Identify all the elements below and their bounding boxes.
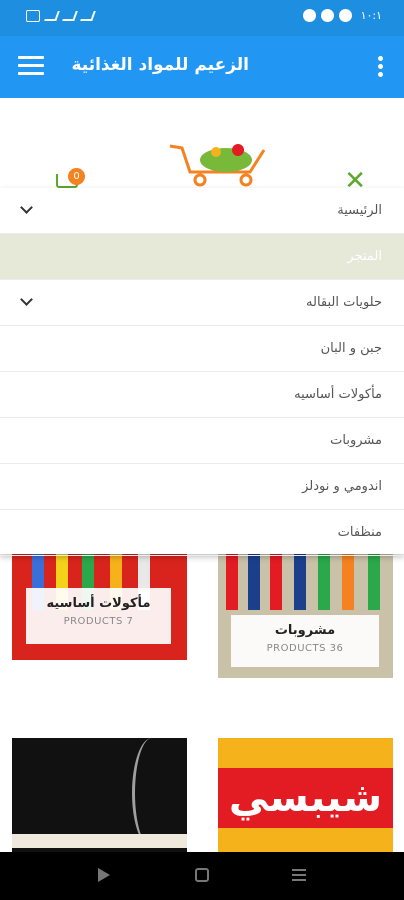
menu-item-cleaners[interactable]: منظفات <box>0 510 404 556</box>
more-options-icon[interactable] <box>378 56 384 78</box>
notification-icon <box>302 9 316 22</box>
system-navigation-bar <box>0 852 404 900</box>
menu-item-label: المتجر <box>347 249 382 264</box>
chips-brand-image: شيبسي <box>218 768 393 828</box>
menu-item-label: اندومي و نودلز <box>302 479 382 494</box>
chevron-down-icon[interactable] <box>20 201 33 214</box>
cigarette-image <box>12 834 187 848</box>
menu-item-grocery-sweets[interactable]: حلويات البقاله <box>0 280 404 326</box>
app-bar: الزعيم للمواد الغذائية <box>0 36 404 98</box>
menu-item-store[interactable]: المتجر <box>0 234 404 280</box>
menu-item-label: منظفات <box>337 525 382 540</box>
category-title: مشروبات <box>274 623 336 638</box>
chevron-down-icon[interactable] <box>20 293 33 306</box>
recent-apps-icon[interactable] <box>292 869 306 884</box>
notification-icon-2 <box>320 9 334 22</box>
menu-item-label: مأكولات أساسيه <box>294 387 382 402</box>
category-title: مأكولات أساسيه <box>46 596 151 611</box>
store-logo <box>169 144 266 187</box>
menu-item-drinks[interactable]: مشروبات <box>0 418 404 464</box>
hamburger-menu-icon[interactable] <box>18 56 44 78</box>
app-title: الزعيم للمواد الغذائية <box>71 55 249 75</box>
whatsapp-icon <box>338 9 352 22</box>
category-card-chips[interactable]: شيبسي <box>218 738 393 858</box>
menu-item-home[interactable]: الرئيسية <box>0 188 404 234</box>
home-icon[interactable] <box>195 868 209 882</box>
menu-item-label: حلويات البقاله <box>306 295 382 310</box>
wifi-icon <box>80 11 96 21</box>
menu-item-cheese-dairy[interactable]: جبن و البان <box>0 326 404 372</box>
menu-item-label: مشروبات <box>330 433 382 448</box>
menu-item-noodles[interactable]: اندومي و نودلز <box>0 464 404 510</box>
status-icons-left <box>26 10 96 22</box>
cart-count-badge: 0 <box>68 168 85 185</box>
category-card-drinks[interactable]: مشروبات PRODUCTS 36 <box>218 540 393 678</box>
signal-icon-2 <box>62 11 78 21</box>
battery-icon <box>26 10 40 22</box>
signal-icon <box>44 11 60 21</box>
back-icon[interactable] <box>98 868 110 882</box>
status-time: ١٠:١ <box>360 9 382 22</box>
menu-item-basic-foods[interactable]: مأكولات أساسيه <box>0 372 404 418</box>
category-card-basic-foods[interactable]: مأكولات أساسيه PRODUCTS 7 <box>12 540 187 660</box>
navigation-drawer: الرئيسية المتجر حلويات البقاله جبن و الب… <box>0 188 404 556</box>
menu-item-label: جبن و البان <box>320 341 382 356</box>
menu-item-label: الرئيسية <box>337 203 382 218</box>
category-card-label: مأكولات أساسيه PRODUCTS 7 <box>26 588 171 644</box>
smoke-image <box>132 738 172 848</box>
status-bar: ١٠:١ <box>0 0 404 36</box>
category-card-label: مشروبات PRODUCTS 36 <box>231 615 379 667</box>
store-header: 0 ✕ <box>0 98 404 194</box>
category-product-count: PRODUCTS 36 <box>266 643 344 654</box>
category-product-count: PRODUCTS 7 <box>63 616 134 627</box>
category-card-cigarettes[interactable] <box>12 738 187 858</box>
status-icons-right: ١٠:١ <box>302 9 382 22</box>
